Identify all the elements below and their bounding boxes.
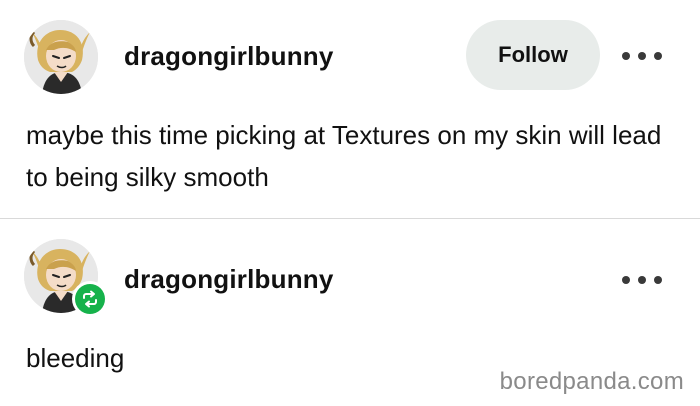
avatar-illustration [24,20,98,94]
username[interactable]: dragongirlbunny [124,41,334,72]
more-dot [654,52,662,60]
post-text: maybe this time picking at Textures on m… [26,120,662,192]
post-text: bleeding [26,343,125,373]
more-dot [622,276,630,284]
more-dot [638,52,646,60]
reblog-badge [72,281,108,317]
post-original: dragongirlbunny Follow maybe this time p… [0,0,700,218]
more-dot [638,276,646,284]
avatar[interactable] [24,20,98,94]
more-icon[interactable] [622,44,662,68]
username[interactable]: dragongirlbunny [124,264,334,295]
more-dot [654,276,662,284]
watermark: boredpanda.com [499,368,684,395]
reblog-icon [75,284,105,314]
more-dot [622,52,630,60]
follow-button[interactable]: Follow [466,20,600,90]
more-icon[interactable] [622,268,662,292]
